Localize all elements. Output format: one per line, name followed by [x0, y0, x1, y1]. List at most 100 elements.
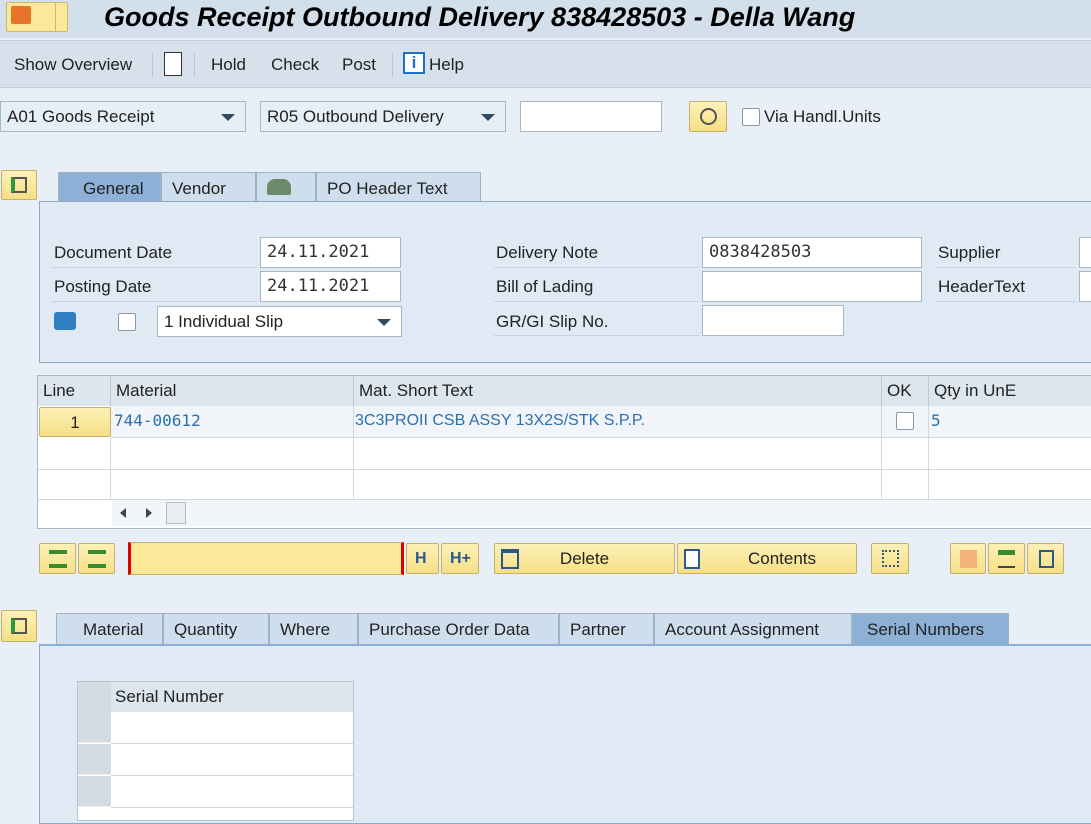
column-header-short-text[interactable]: Mat. Short Text [354, 376, 882, 406]
tab-material[interactable]: Material [56, 613, 163, 644]
select-all-rows[interactable] [78, 682, 111, 712]
tab-po-header-text[interactable]: PO Header Text [316, 172, 481, 202]
print-checkbox[interactable] [118, 313, 136, 331]
bill-of-lading-input[interactable] [702, 271, 922, 302]
hold-button[interactable]: Hold [211, 55, 246, 75]
select-all-icon [49, 550, 67, 568]
scroll-thumb[interactable] [166, 502, 186, 524]
row-selector[interactable] [78, 776, 111, 807]
transfer-icon [1039, 550, 1054, 568]
via-handling-units-checkbox[interactable] [742, 108, 760, 126]
clock-check-icon [700, 108, 717, 125]
delivery-note-label: Delivery Note [496, 243, 599, 262]
tab-account-assignment[interactable]: Account Assignment [654, 613, 852, 644]
horizontal-scrollbar[interactable] [112, 500, 1091, 526]
help-button[interactable]: Help [429, 55, 464, 75]
column-header-line[interactable]: Line [38, 376, 111, 406]
deselect-all-icon [88, 550, 106, 568]
document-date-label: Document Date [54, 243, 173, 262]
application-toolbar: Show Overview Hold Check Post i Help [0, 40, 1091, 88]
delete-label: Delete [559, 549, 610, 568]
supplier-label: Supplier [938, 243, 1001, 262]
row-selector[interactable] [78, 712, 111, 743]
material-cell[interactable]: 744-00612 [111, 406, 354, 438]
short-text-cell: 3C3PROII CSB ASSY 13X2S/STK S.P.P. [354, 406, 882, 438]
document-number-input[interactable] [520, 101, 662, 132]
tab-contact-persons[interactable] [256, 172, 316, 202]
execute-button[interactable] [689, 101, 727, 132]
show-overview-button[interactable]: Show Overview [14, 55, 132, 75]
tab-partner[interactable]: Partner [559, 613, 654, 644]
column-header-serial-number[interactable]: Serial Number [111, 682, 353, 712]
serial-number-cell[interactable] [111, 776, 353, 808]
slip-option-dropdown[interactable]: 1 Individual Slip [157, 306, 402, 337]
select-all-button[interactable] [39, 543, 76, 574]
grgi-slip-label: GR/GI Slip No. [496, 312, 609, 331]
toggle-detail-button[interactable] [1, 610, 37, 642]
tab-quantity[interactable]: Quantity [163, 613, 269, 644]
header-text-label: HeaderText [938, 277, 1025, 296]
slip-option-value: 1 Individual Slip [164, 312, 284, 331]
column-header-ok[interactable]: OK [882, 376, 929, 406]
grgi-slip-input[interactable] [702, 305, 844, 336]
reference-value: R05 Outbound Delivery [267, 107, 444, 126]
bill-of-lading-label: Bill of Lading [496, 277, 594, 296]
new-document-icon[interactable] [164, 52, 182, 76]
binoculars-icon: H [415, 550, 427, 567]
find-button[interactable]: H [406, 543, 439, 574]
serial-number-cell[interactable] [111, 712, 353, 744]
ok-cell [882, 406, 929, 438]
line-number-button[interactable]: 1 [39, 407, 111, 437]
document-date-input[interactable]: 24.11.2021 [260, 237, 401, 268]
column-header-qty[interactable]: Qty in UnE [929, 376, 1091, 406]
add-row-icon [998, 550, 1015, 568]
stock-icon [960, 550, 977, 568]
trash-icon [501, 549, 519, 569]
supplier-input[interactable] [1079, 237, 1091, 268]
via-handling-units-label: Via Handl.Units [764, 107, 881, 126]
delivery-note-input[interactable]: 0838428503 [702, 237, 922, 268]
info-icon[interactable]: i [403, 52, 425, 74]
tab-general[interactable]: General [58, 172, 161, 202]
reference-dropdown[interactable]: R05 Outbound Delivery [260, 101, 506, 132]
action-dropdown[interactable]: A01 Goods Receipt [0, 101, 246, 132]
chevron-down-icon [221, 114, 235, 121]
chevron-down-icon [377, 319, 391, 326]
scroll-right-icon[interactable] [146, 508, 152, 518]
column-header-material[interactable]: Material [111, 376, 354, 406]
system-menu-button[interactable] [6, 2, 68, 32]
printer-icon [54, 312, 76, 330]
scroll-left-icon[interactable] [120, 508, 126, 518]
row-selector[interactable] [78, 744, 111, 775]
persons-icon [267, 179, 291, 195]
serial-number-cell[interactable] [111, 744, 353, 776]
find-next-button[interactable]: H+ [441, 543, 479, 574]
delete-button[interactable]: Delete [494, 543, 675, 574]
deselect-all-button[interactable] [78, 543, 115, 574]
expand-icon [11, 177, 27, 193]
tab-where[interactable]: Where [269, 613, 358, 644]
stock-button[interactable] [950, 543, 986, 574]
page-title: Goods Receipt Outbound Delivery 83842850… [104, 2, 856, 32]
qty-cell[interactable]: 5 [929, 406, 1091, 438]
post-button[interactable]: Post [342, 55, 376, 75]
search-input[interactable] [128, 542, 404, 575]
expand-items-button[interactable] [871, 543, 909, 574]
title-bar: Goods Receipt Outbound Delivery 83842850… [0, 0, 1091, 38]
add-item-button[interactable] [988, 543, 1025, 574]
ok-checkbox[interactable] [896, 412, 914, 430]
posting-date-input[interactable]: 24.11.2021 [260, 271, 401, 302]
tab-purchase-order-data[interactable]: Purchase Order Data [358, 613, 559, 644]
contents-label: Contents [747, 549, 817, 568]
toggle-header-button[interactable] [1, 170, 37, 200]
tab-serial-numbers[interactable]: Serial Numbers [852, 613, 1009, 644]
tab-vendor[interactable]: Vendor [161, 172, 256, 202]
document-icon [684, 549, 700, 569]
menu-icon [11, 6, 31, 24]
copy-item-button[interactable] [1027, 543, 1064, 574]
action-value: A01 Goods Receipt [7, 107, 155, 126]
contents-button[interactable]: Contents [677, 543, 857, 574]
fullscreen-icon [882, 550, 899, 567]
header-text-input[interactable] [1079, 271, 1091, 302]
check-button[interactable]: Check [271, 55, 319, 75]
